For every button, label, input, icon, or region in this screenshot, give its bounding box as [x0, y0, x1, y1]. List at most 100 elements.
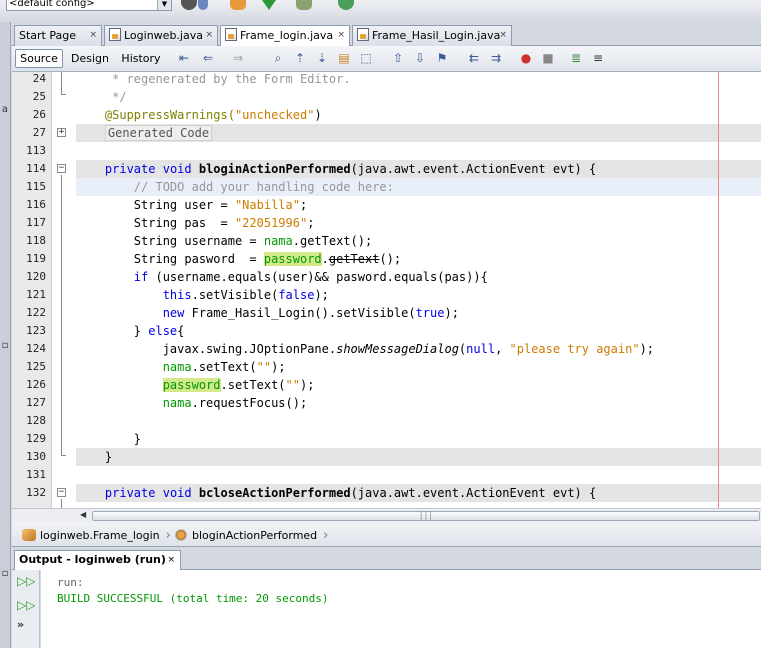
- close-icon[interactable]: ×: [167, 551, 175, 569]
- line-number: 129: [26, 432, 46, 445]
- line-number: 130: [26, 450, 46, 463]
- more-actions-icon[interactable]: »: [17, 618, 33, 632]
- close-icon[interactable]: ×: [89, 26, 97, 45]
- line-number: 27: [32, 126, 46, 139]
- design-view-button[interactable]: Design: [68, 49, 112, 68]
- output-line: run:: [57, 576, 84, 589]
- close-icon[interactable]: ×: [499, 26, 507, 45]
- tab-start-page[interactable]: Start Page ×: [14, 25, 102, 46]
- start-macro-icon[interactable]: ●: [518, 51, 534, 66]
- expand-fold-icon[interactable]: +: [57, 128, 66, 137]
- shift-left-icon[interactable]: ⇇: [466, 51, 482, 66]
- class-icon: [22, 529, 36, 541]
- fold-guide: [61, 499, 62, 508]
- tab-output-loginweb-run[interactable]: Output - loginweb (run) ×: [14, 550, 181, 570]
- line-number: 126: [26, 378, 46, 391]
- right-margin-line: [718, 72, 719, 508]
- source-view-button[interactable]: Source: [15, 49, 63, 68]
- rerun-with-args-icon[interactable]: ▷▷: [17, 598, 35, 612]
- config-select[interactable]: <default config> ▼: [6, 0, 172, 11]
- line-number: 123: [26, 324, 46, 337]
- line-number: 127: [26, 396, 46, 409]
- close-icon[interactable]: ×: [337, 26, 345, 45]
- breadcrumb: loginweb.Frame_login › bloginActionPerfor…: [12, 522, 761, 547]
- collapse-fold-icon[interactable]: −: [57, 488, 66, 497]
- toggle-rect-select-icon[interactable]: ⬚: [358, 51, 374, 66]
- build-status-line: BUILD SUCCESSFUL (total time: 20 seconds…: [57, 592, 329, 605]
- rerun-icon[interactable]: ▷▷: [17, 574, 35, 588]
- build-hammer-icon[interactable]: [198, 0, 208, 10]
- comment-icon[interactable]: ≣: [568, 51, 584, 66]
- chevron-right-icon: ›: [323, 528, 329, 543]
- shift-right-icon[interactable]: ⇉: [488, 51, 504, 66]
- code-line-124: javax.swing.JOptionPane.showMessageDialo…: [162, 342, 655, 356]
- toggle-bookmark-icon[interactable]: ⚑: [434, 51, 450, 66]
- breadcrumb-method[interactable]: bloginActionPerformed ›: [174, 528, 328, 543]
- collapse-fold-icon[interactable]: −: [57, 164, 66, 173]
- tab-frame-hasil-login-java[interactable]: Frame_Hasil_Login.java ×: [352, 25, 512, 46]
- java-form-icon: [225, 28, 237, 41]
- forward-icon[interactable]: ⇒: [230, 51, 246, 66]
- debug-project-icon[interactable]: [296, 0, 312, 10]
- history-view-button[interactable]: History: [117, 49, 165, 68]
- back-icon[interactable]: ⇐: [200, 51, 216, 66]
- chevron-right-icon: ›: [165, 528, 171, 543]
- side-minimize-icon[interactable]: ▫: [0, 340, 10, 351]
- editor-toolbar: Source Design History ⇤ ⇐ ⇒ ⌕ ⇡ ⇣ ▤ ⬚ ⇧ …: [12, 46, 761, 72]
- line-number: 117: [26, 216, 46, 229]
- code-line-26: @SuppressWarnings("unchecked"): [104, 108, 322, 122]
- close-icon[interactable]: ×: [205, 26, 213, 45]
- code-line-25: */: [104, 90, 127, 104]
- side-minimize-icon[interactable]: ▫: [0, 568, 10, 579]
- profile-project-icon[interactable]: [338, 0, 354, 10]
- scrollbar-thumb[interactable]: ┆┆┆: [92, 511, 760, 521]
- clean-build-icon[interactable]: [230, 0, 246, 10]
- line-number: 116: [26, 198, 46, 211]
- tab-label: Frame_Hasil_Login.java: [372, 29, 501, 42]
- find-next-icon[interactable]: ⇣: [314, 51, 330, 66]
- left-side-strip: a ▫ ▫: [0, 22, 11, 648]
- tab-frame-login-java[interactable]: Frame_login.java ×: [220, 25, 350, 47]
- next-bookmark-icon[interactable]: ⇩: [412, 51, 428, 66]
- scroll-left-icon[interactable]: ◀: [80, 510, 86, 519]
- run-globe-icon[interactable]: [181, 0, 197, 10]
- output-side-toolbar: ▷▷ ▷▷ »: [12, 570, 40, 648]
- line-number: 114: [26, 162, 46, 175]
- stop-macro-icon[interactable]: ■: [540, 51, 556, 66]
- fold-guide: [61, 175, 62, 455]
- output-console[interactable]: run: BUILD SUCCESSFUL (total time: 20 se…: [41, 570, 761, 648]
- config-value: <default config>: [9, 0, 95, 9]
- code-line-120: if (username.equals(user)&& pasword.equa…: [133, 270, 488, 284]
- line-number: 113: [26, 144, 46, 157]
- run-project-icon[interactable]: [262, 0, 276, 10]
- generated-code-fold[interactable]: Generated Code: [104, 125, 213, 141]
- code-line-130: }: [76, 448, 761, 466]
- line-number: 124: [26, 342, 46, 355]
- code-line-129: }: [133, 432, 142, 446]
- line-number-gutter: 24 25 26 27 113 114 115 116 117 118 119 …: [12, 72, 52, 508]
- line-number: 122: [26, 306, 46, 319]
- code-line-132: private void bcloseActionPerformed(java.…: [76, 484, 761, 502]
- chevron-down-icon[interactable]: ▼: [157, 0, 171, 10]
- line-number: 125: [26, 360, 46, 373]
- find-previous-icon[interactable]: ⇡: [292, 51, 308, 66]
- code-line-114: private void bloginActionPerformed(java.…: [76, 160, 761, 178]
- line-number: 128: [26, 414, 46, 427]
- uncomment-icon[interactable]: ≡: [590, 51, 606, 66]
- code-line-27[interactable]: Generated Code: [76, 124, 761, 142]
- line-number: 25: [32, 90, 46, 103]
- tab-loginweb-java[interactable]: Loginweb.java ×: [104, 25, 218, 46]
- code-line-122: new Frame_Hasil_Login().setVisible(true)…: [162, 306, 459, 320]
- last-edit-icon[interactable]: ⇤: [176, 51, 192, 66]
- previous-bookmark-icon[interactable]: ⇧: [390, 51, 406, 66]
- toggle-highlight-icon[interactable]: ▤: [336, 51, 352, 66]
- breadcrumb-class[interactable]: loginweb.Frame_login ›: [22, 528, 171, 543]
- horizontal-scrollbar[interactable]: ◀ ┆┆┆: [12, 508, 761, 522]
- code-line-123: } else{: [133, 324, 185, 338]
- find-selection-icon[interactable]: ⌕: [270, 51, 286, 66]
- code-editor[interactable]: 24 25 26 27 113 114 115 116 117 118 119 …: [12, 72, 761, 508]
- line-number: 118: [26, 234, 46, 247]
- fold-guide: [61, 94, 66, 95]
- line-number: 24: [32, 72, 46, 85]
